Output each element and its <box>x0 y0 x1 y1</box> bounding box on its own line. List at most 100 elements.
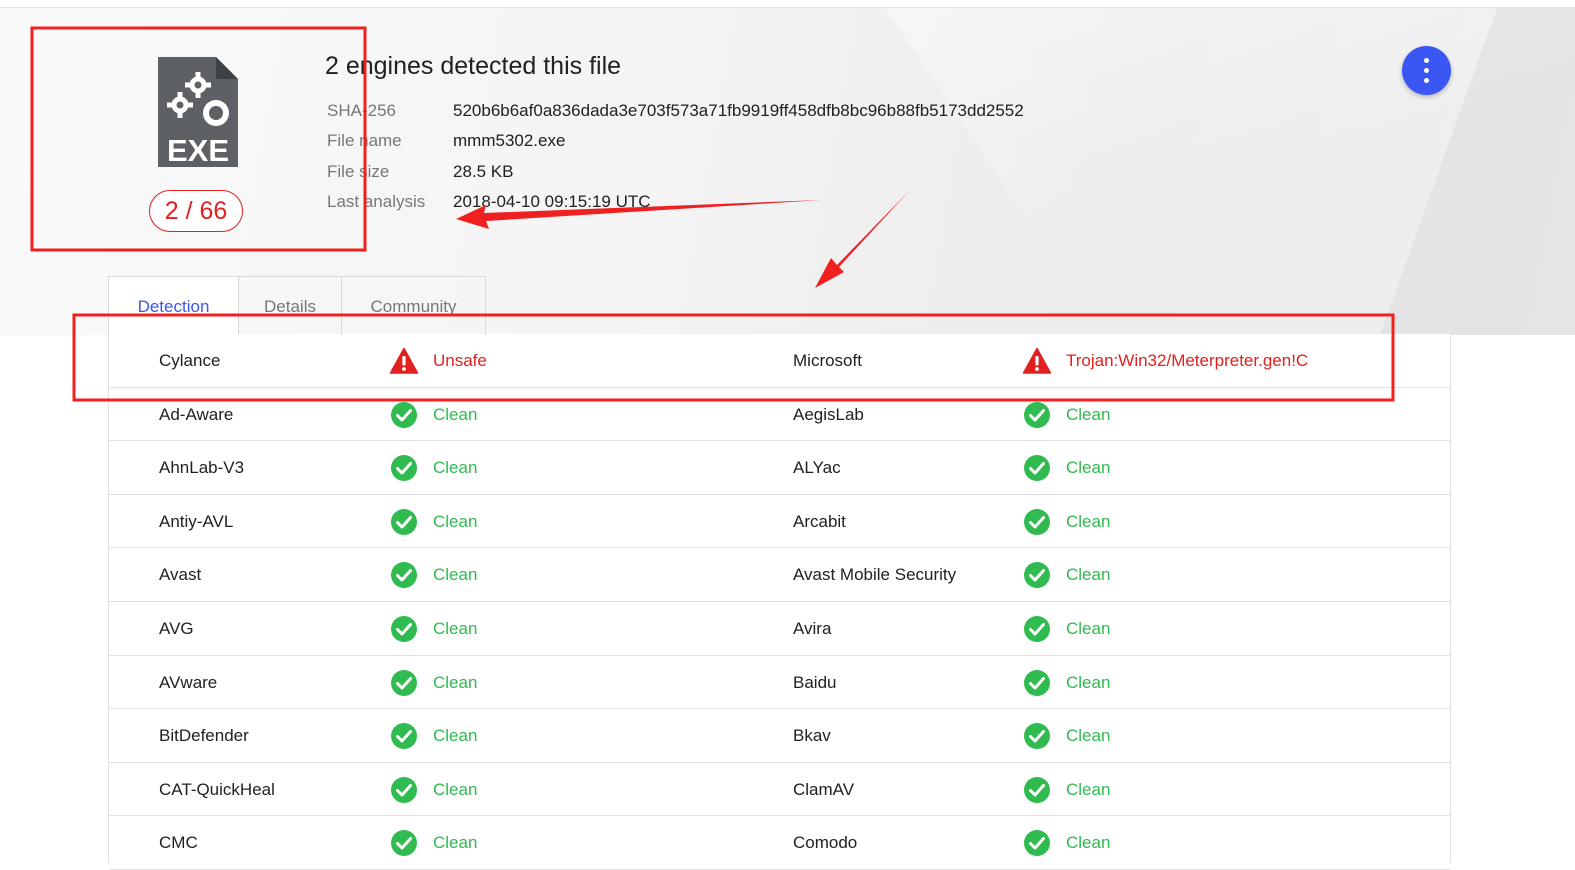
check-circle-icon <box>391 830 417 857</box>
meta-label-sha256: SHA-256 <box>327 101 396 120</box>
check-circle-icon <box>1024 455 1050 482</box>
engine-result: Clean <box>433 779 478 799</box>
check-circle-icon <box>1024 562 1050 589</box>
engine-name: AVware <box>159 672 218 692</box>
engine-result[interactable]: Unsafe <box>433 334 487 387</box>
engine-result: Clean <box>433 672 478 692</box>
meta-label-file-name: File name <box>327 131 402 150</box>
result-icon-wrap <box>1023 334 1051 387</box>
meta-value-file-name: mmm5302.exe <box>453 131 566 150</box>
engine-name: CAT-QuickHeal <box>159 779 275 799</box>
result-icon-wrap <box>390 388 418 441</box>
result-icon-wrap <box>1023 763 1051 816</box>
check-circle-icon <box>391 401 417 428</box>
engine-name: ALYac <box>793 458 841 478</box>
engine-result: Clean <box>433 565 478 585</box>
check-circle-icon <box>1024 723 1050 750</box>
meta-label-file-size: File size <box>327 162 390 181</box>
check-circle-icon <box>1024 830 1050 857</box>
more-vertical-icon <box>1424 68 1429 73</box>
result-icon-wrap <box>390 548 418 601</box>
meta-value-last-analysis: 2018-04-10 09:15:19 UTC <box>453 192 651 211</box>
engine-result: Clean <box>1066 404 1111 424</box>
result-icon-wrap <box>1023 388 1051 441</box>
table-row: Avast Clean Avast Mobile Security Clean <box>109 548 1450 602</box>
detection-score-badge: 2 / 66 <box>149 190 243 232</box>
engine-result: Clean <box>433 404 478 424</box>
result-icon-wrap <box>390 763 418 816</box>
engine-result: Clean <box>1066 726 1111 746</box>
engine-name: Antiy-AVL <box>159 511 234 531</box>
check-circle-icon <box>391 776 417 803</box>
engine-name: Avira <box>793 619 832 638</box>
table-row: Antiy-AVL Clean Arcabit Clean <box>109 495 1450 549</box>
engine-result: Clean <box>1066 511 1111 531</box>
result-icon-wrap <box>1023 656 1051 709</box>
check-circle-icon <box>391 508 417 535</box>
table-row: AVG Clean Avira Clean <box>109 602 1450 656</box>
engine-name: Ad-Aware <box>159 404 234 424</box>
check-circle-icon <box>1024 508 1050 535</box>
result-icon-wrap <box>1023 495 1051 548</box>
engine-name: Cylance <box>159 351 221 370</box>
result-icon-wrap <box>1023 548 1051 601</box>
result-icon-wrap <box>390 656 418 709</box>
engine-name: AhnLab-V3 <box>159 458 245 478</box>
more-vertical-icon <box>1424 78 1429 83</box>
table-row: AhnLab-V3 Clean ALYac Clean <box>109 441 1450 495</box>
warning-triangle-icon <box>390 347 418 374</box>
result-icon-wrap <box>390 602 418 655</box>
check-circle-icon <box>1024 669 1050 696</box>
file-type-label: EXE <box>167 133 229 167</box>
table-row: AVware Clean Baidu Clean <box>109 656 1450 710</box>
detection-table: Cylance Unsafe Microsoft Trojan:Win32/Meter… <box>108 334 1451 870</box>
engine-result: Clean <box>433 726 478 746</box>
result-icon-wrap <box>390 334 418 387</box>
result-icon-wrap <box>1023 602 1051 655</box>
check-circle-icon <box>391 616 417 642</box>
engine-name: Bkav <box>793 726 831 746</box>
engine-name: CMC <box>159 833 198 853</box>
exe-file-icon: EXE <box>158 57 238 167</box>
engine-result: Clean <box>1066 779 1111 799</box>
engine-result: Clean <box>1066 458 1111 478</box>
table-row: Cylance Unsafe Microsoft Trojan:Win32/Meter… <box>109 334 1450 388</box>
check-circle-icon <box>391 455 417 482</box>
engine-result: Clean <box>433 833 478 853</box>
engine-name: BitDefender <box>159 726 249 746</box>
engine-result[interactable]: Trojan:Win32/Meterpreter.gen!C <box>1066 334 1308 387</box>
result-icon-wrap <box>390 495 418 548</box>
meta-value-file-size: 28.5 KB <box>453 162 514 181</box>
result-icon-wrap <box>1023 709 1051 762</box>
table-row: Ad-Aware Clean AegisLab Clean <box>109 388 1450 442</box>
check-circle-icon <box>1024 616 1050 642</box>
more-vertical-icon <box>1424 58 1429 63</box>
engine-name: Avast Mobile Security <box>793 565 957 585</box>
engine-result: Clean <box>1066 565 1111 585</box>
meta-value-sha256[interactable]: 520b6b6af0a836dada3e703f573a71fb9919ff45… <box>453 101 1024 121</box>
engine-name: AegisLab <box>793 404 864 424</box>
result-icon-wrap <box>390 441 418 494</box>
engine-name: Comodo <box>793 833 858 853</box>
engine-result: Clean <box>433 619 478 638</box>
engine-name: AVG <box>159 619 194 638</box>
table-row: BitDefender Clean Bkav Clean <box>109 709 1450 763</box>
meta-label-last-analysis: Last analysis <box>327 192 426 211</box>
check-circle-icon <box>1024 776 1050 803</box>
engine-name: Microsoft <box>793 351 862 370</box>
engine-name: Baidu <box>793 672 837 692</box>
check-circle-icon <box>1024 401 1050 428</box>
tab-details[interactable]: Details <box>239 276 342 335</box>
table-row: CAT-QuickHeal Clean ClamAV Clean <box>109 763 1450 817</box>
result-icon-wrap <box>390 816 418 869</box>
top-bar <box>0 0 1575 8</box>
tab-detection[interactable]: Detection <box>108 276 239 335</box>
engine-result: Clean <box>1066 833 1111 853</box>
tab-community[interactable]: Community <box>342 276 486 335</box>
more-options-button[interactable] <box>1402 46 1451 95</box>
engine-result: Clean <box>1066 672 1111 692</box>
check-circle-icon <box>391 723 417 750</box>
engine-name: ClamAV <box>793 779 855 799</box>
result-icon-wrap <box>390 709 418 762</box>
engine-name: Arcabit <box>793 511 846 531</box>
